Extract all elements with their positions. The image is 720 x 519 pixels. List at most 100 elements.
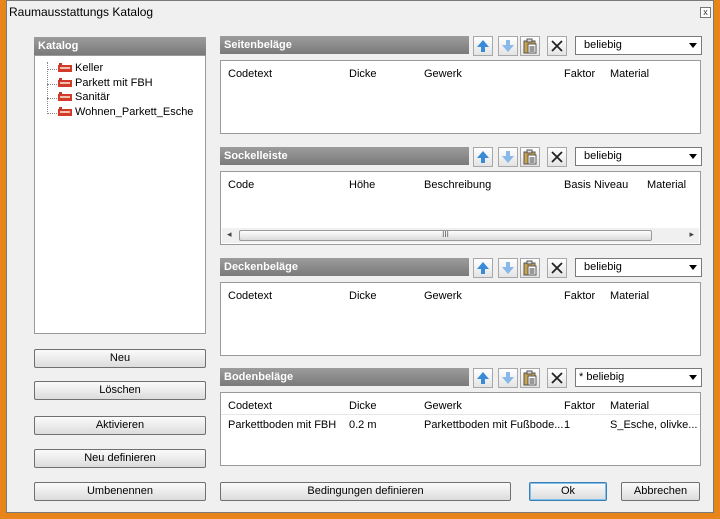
deckenbelaege-table: Codetext Dicke Gewerk Faktor Material [220,282,701,356]
move-up-icon [477,151,489,163]
scroll-right-icon[interactable]: ▸ [689,229,694,240]
column-header[interactable]: Dicke [349,290,377,302]
scroll-left-icon[interactable]: ◂ [227,229,232,240]
deckenbelaege-header: Deckenbeläge [220,258,469,276]
cell-gewerk: Parkettboden mit Fußbode... [424,419,564,431]
move-up-icon [477,262,489,274]
column-header[interactable]: Beschreibung [424,179,491,191]
delete-entry-button[interactable] [547,368,567,388]
cancel-button[interactable]: Abbrechen [621,482,700,501]
move-down-icon [502,151,514,163]
column-header[interactable]: Codetext [228,400,272,412]
delete-entry-button[interactable] [547,147,567,167]
column-header[interactable]: Material [647,179,686,191]
catalog-item-keller[interactable]: Keller [58,62,103,76]
move-up-button[interactable] [473,368,493,388]
rename-button[interactable]: Umbenennen [34,482,206,501]
seitenbelaege-table: Codetext Dicke Gewerk Faktor Material [220,60,701,134]
horizontal-scrollbar[interactable]: ◂ III ▸ [222,228,699,243]
delete-button[interactable]: Löschen [34,381,206,400]
title-bar: Raumausstattungs Katalog x [7,1,713,23]
move-down-button[interactable] [498,368,518,388]
paste-icon [523,260,537,276]
paste-icon [523,38,537,54]
move-down-button[interactable] [498,36,518,56]
catalog-dialog: Raumausstattungs Katalog x Katalog Kelle… [6,0,714,513]
chevron-down-icon [689,375,697,380]
move-up-button[interactable] [473,258,493,278]
delete-icon [551,151,563,163]
move-down-button[interactable] [498,147,518,167]
table-row[interactable]: Parkettboden mit FBH 0.2 m Parkettboden … [221,414,700,432]
column-header[interactable]: Code [228,179,254,191]
column-header[interactable]: Material [610,290,649,302]
delete-icon [551,262,563,274]
cell-faktor: 1 [564,419,571,431]
catalog-item-wohnen-parkett-esche[interactable]: Wohnen_Parkett_Esche [58,106,193,120]
new-button[interactable]: Neu [34,349,206,368]
delete-icon [551,372,563,384]
column-header[interactable]: Codetext [228,68,272,80]
column-header[interactable]: Dicke [349,400,377,412]
delete-icon [551,40,563,52]
column-header[interactable]: Material [610,68,649,80]
column-header[interactable]: Basis Niveau [564,179,628,191]
move-down-icon [502,40,514,52]
column-header[interactable]: Gewerk [424,290,462,302]
column-header[interactable]: Gewerk [424,68,462,80]
ok-button[interactable]: Ok [529,482,607,501]
sockelleiste-header: Sockelleiste [220,147,469,165]
redefine-button[interactable]: Neu definieren [34,449,206,468]
paste-icon [523,149,537,165]
seitenbelaege-filter-select[interactable]: beliebig [575,36,702,55]
bodenbelaege-header: Bodenbeläge [220,368,469,386]
catalog-item-icon [58,107,72,116]
paste-button[interactable] [520,258,540,278]
move-up-button[interactable] [473,36,493,56]
move-up-icon [477,372,489,384]
bodenbelaege-filter-select[interactable]: * beliebig [575,368,702,387]
cell-dicke: 0.2 m [349,419,377,431]
paste-icon [523,370,537,386]
column-header[interactable]: Faktor [564,68,595,80]
catalog-item-parkett-fbh[interactable]: Parkett mit FBH [58,77,153,91]
cell-codetext: Parkettboden mit FBH [228,419,337,431]
move-up-button[interactable] [473,147,493,167]
column-header[interactable]: Dicke [349,68,377,80]
move-down-icon [502,372,514,384]
chevron-down-icon [689,154,697,159]
deckenbelaege-filter-select[interactable]: beliebig [575,258,702,277]
sockelleiste-filter-select[interactable]: beliebig [575,147,702,166]
catalog-item-icon [58,63,72,72]
chevron-down-icon [689,43,697,48]
paste-button[interactable] [520,36,540,56]
column-header[interactable]: Material [610,400,649,412]
column-header[interactable]: Faktor [564,400,595,412]
catalog-item-icon [58,92,72,101]
catalog-header: Katalog [34,37,206,55]
column-header[interactable]: Höhe [349,179,375,191]
bodenbelaege-table: Codetext Dicke Gewerk Faktor Material Pa… [220,392,701,466]
move-down-button[interactable] [498,258,518,278]
column-header[interactable]: Gewerk [424,400,462,412]
activate-button[interactable]: Aktivieren [34,416,206,435]
catalog-tree[interactable]: Keller Parkett mit FBH Sanitär Wohnen_Pa… [34,55,206,334]
scrollbar-thumb[interactable]: III [239,230,652,241]
delete-entry-button[interactable] [547,258,567,278]
close-icon[interactable]: x [700,7,711,18]
chevron-down-icon [689,265,697,270]
paste-button[interactable] [520,368,540,388]
window-title: Raumausstattungs Katalog [9,5,154,19]
cell-material: S_Esche, olivke... [610,419,698,431]
column-header[interactable]: Codetext [228,290,272,302]
paste-button[interactable] [520,147,540,167]
catalog-item-icon [58,78,72,87]
move-up-icon [477,40,489,52]
column-header[interactable]: Faktor [564,290,595,302]
seitenbelaege-header: Seitenbeläge [220,36,469,54]
move-down-icon [502,262,514,274]
catalog-item-sanitaer[interactable]: Sanitär [58,91,110,105]
sockelleiste-table: Code Höhe Beschreibung Basis Niveau Mate… [220,171,701,245]
define-conditions-button[interactable]: Bedingungen definieren [220,482,511,501]
delete-entry-button[interactable] [547,36,567,56]
